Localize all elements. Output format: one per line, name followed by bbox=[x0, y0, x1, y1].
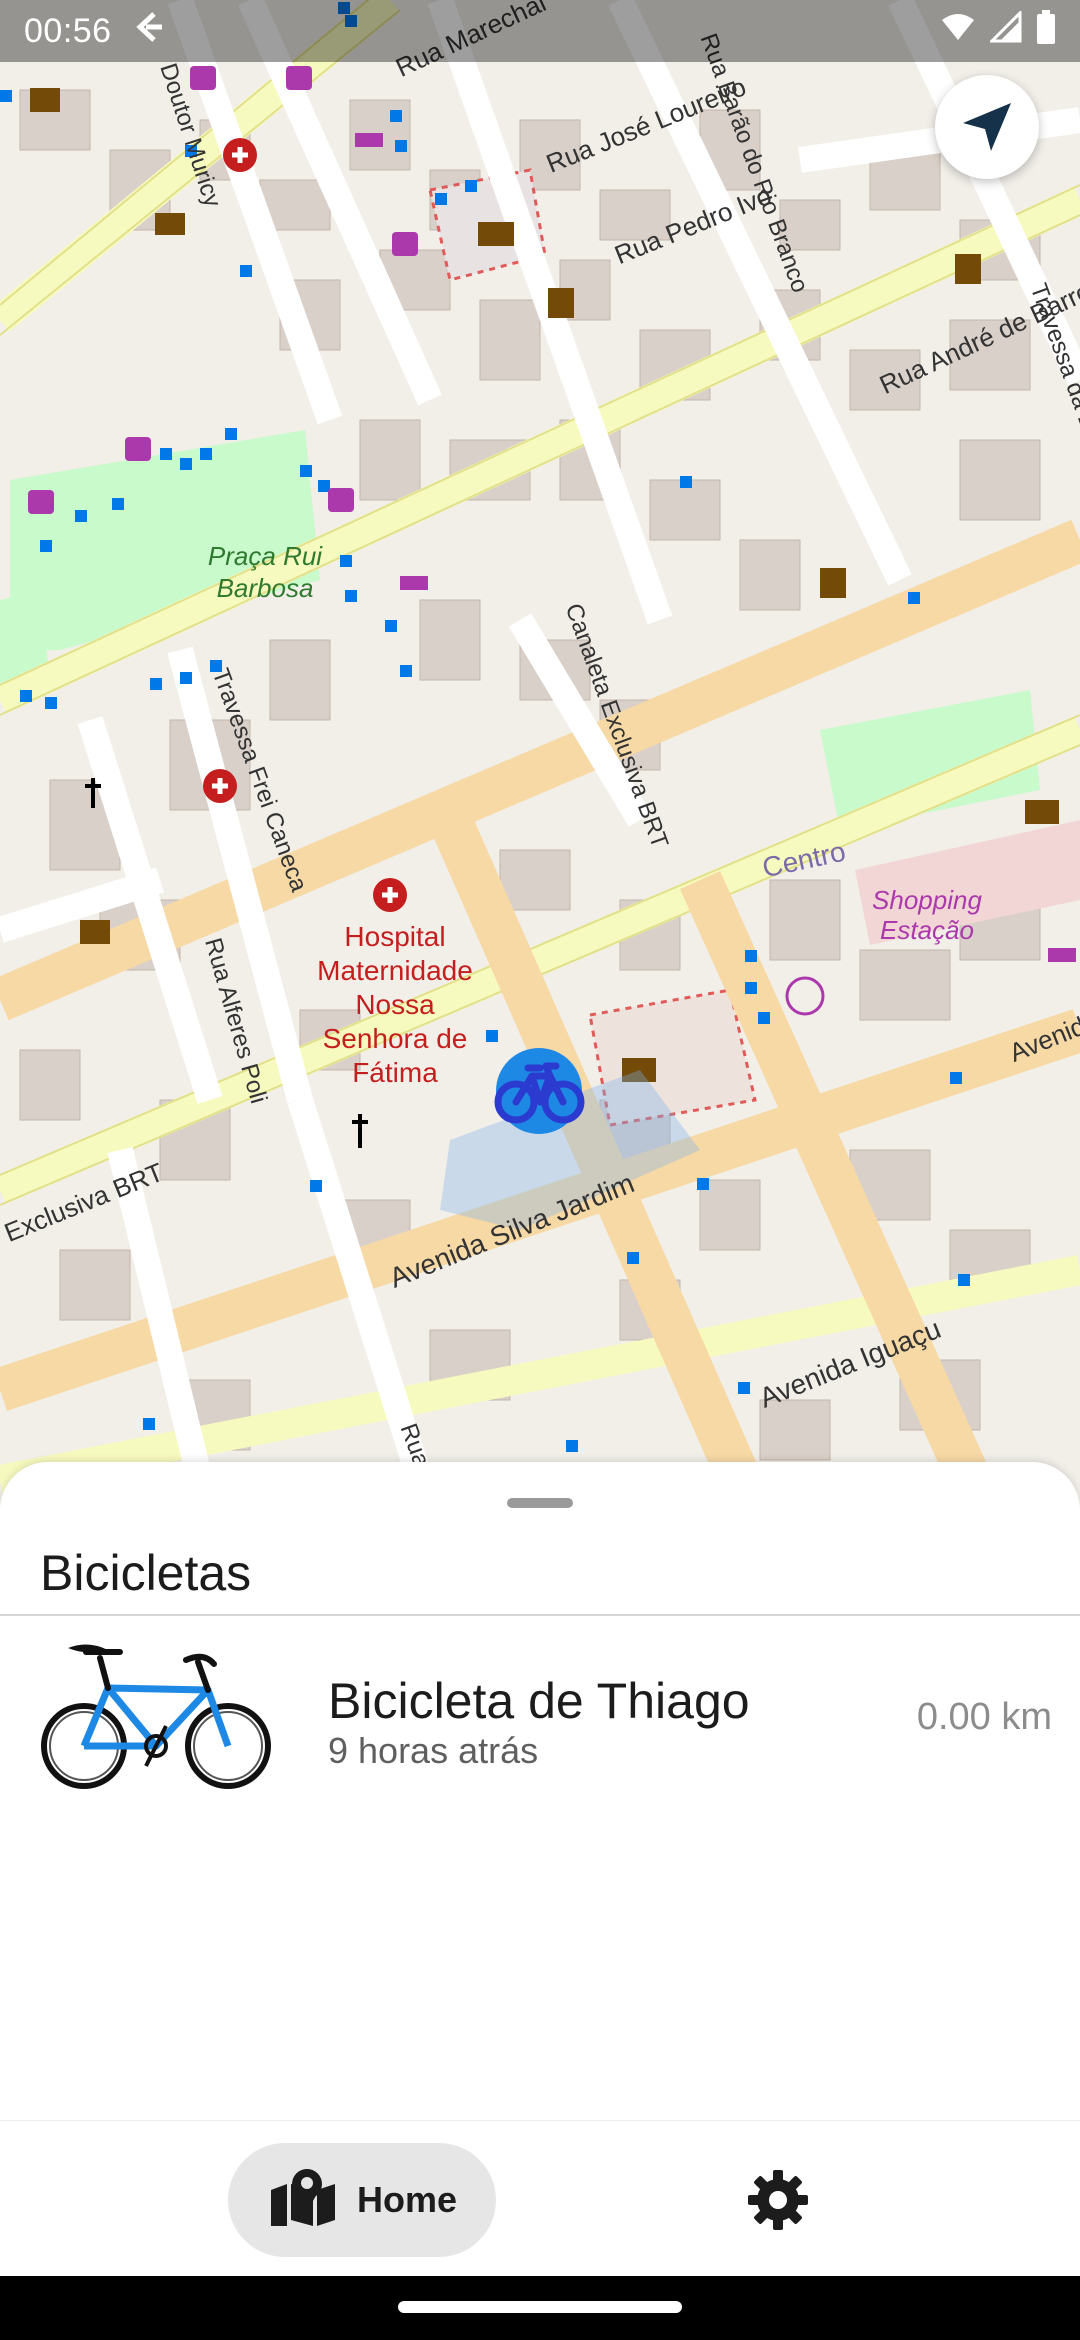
map-place-label-hospital: Hospital Maternidade Nossa Senhora de Fá… bbox=[317, 921, 473, 1088]
battery-icon bbox=[1036, 9, 1056, 53]
home-gesture-pill[interactable] bbox=[398, 2301, 682, 2313]
system-gesture-bar bbox=[0, 2276, 1080, 2340]
nav-home-button[interactable]: Home bbox=[228, 2143, 496, 2257]
wifi-icon bbox=[940, 12, 976, 51]
nav-home-label: Home bbox=[356, 2179, 458, 2220]
nav-settings-button[interactable] bbox=[728, 2143, 828, 2257]
map-place-label-park: Praça Rui Barbosa bbox=[207, 541, 323, 603]
cast-icon bbox=[130, 10, 164, 53]
bike-location-marker[interactable] bbox=[488, 1040, 590, 1142]
navigation-arrow-icon bbox=[963, 103, 1011, 151]
bike-name: Bicicleta de Thiago bbox=[328, 1673, 750, 1729]
bicycle-illustration-icon bbox=[38, 1638, 278, 1794]
locate-me-button[interactable] bbox=[935, 75, 1039, 179]
bike-distance: 0.00 km bbox=[916, 1696, 1052, 1738]
status-time: 00:56 bbox=[24, 11, 112, 50]
sheet-title: Bicicletas bbox=[40, 1545, 252, 1601]
map-view[interactable]: Rua Marechal Doutor Muricy Rua José Lour… bbox=[0, 0, 1080, 1500]
bike-last-seen: 9 horas atrás bbox=[328, 1730, 539, 1771]
signal-icon bbox=[988, 8, 1022, 52]
sheet-drag-handle[interactable] bbox=[507, 1498, 573, 1508]
map-marker-icon bbox=[267, 2168, 339, 2233]
bicycle-icon bbox=[494, 1048, 585, 1134]
status-bar: 00:56 bbox=[0, 0, 1080, 62]
bikes-bottom-sheet[interactable]: Bicicletas Bicicleta de Thiago 9 horas a… bbox=[0, 1462, 1080, 2122]
map-place-label-mall: Shopping Estação bbox=[872, 885, 982, 945]
map-tiles bbox=[0, 0, 1080, 1500]
bike-list-item[interactable]: Bicicleta de Thiago 9 horas atrás 0.00 k… bbox=[0, 1616, 1080, 1816]
gear-icon bbox=[748, 2170, 808, 2230]
bottom-navigation: Home bbox=[0, 2120, 1080, 2277]
